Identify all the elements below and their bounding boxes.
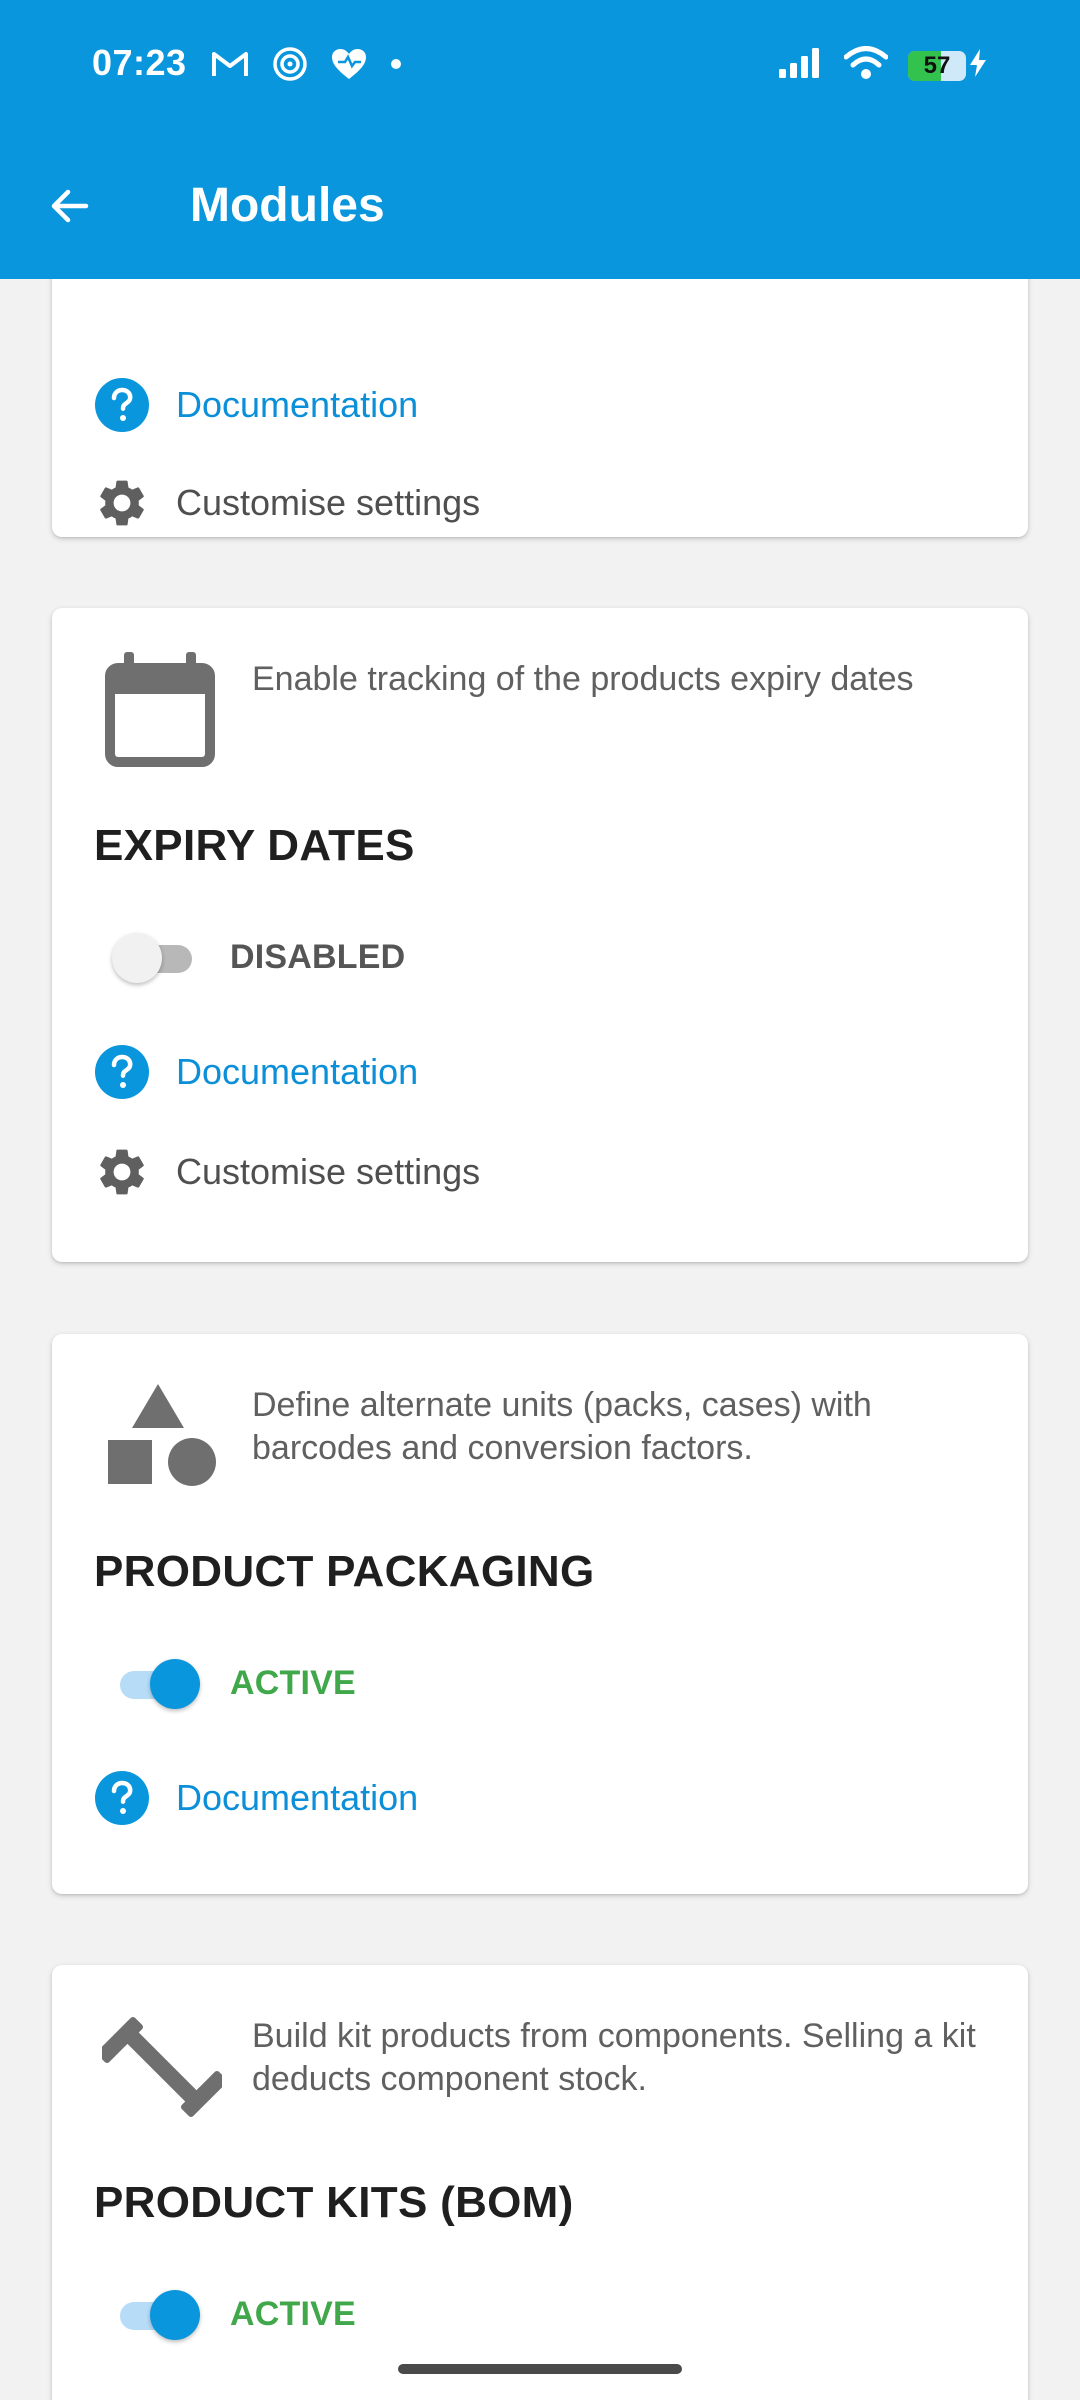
switch-thumb [150, 1659, 200, 1709]
module-status: ACTIVE [230, 1663, 356, 1702]
sync-icon [272, 46, 308, 82]
documentation-link[interactable]: Documentation [94, 377, 418, 433]
charging-icon [968, 48, 988, 83]
module-card-product-packaging: Define alternate units (packs, cases) wi… [52, 1334, 1028, 1894]
battery-group: 57 [908, 48, 988, 83]
module-card-previous: Documentation Customise settings [52, 279, 1028, 537]
module-status: DISABLED [230, 937, 406, 976]
modules-list[interactable]: Documentation Customise settings Enable … [0, 279, 1080, 2400]
module-toggle[interactable] [112, 2287, 200, 2341]
documentation-label: Documentation [176, 1777, 419, 1818]
customise-settings-link[interactable]: Customise settings [94, 475, 480, 531]
back-button[interactable] [30, 166, 110, 246]
module-status: ACTIVE [230, 2294, 356, 2333]
header: 07:23 57 Modules [0, 0, 1080, 279]
battery-icon: 57 [908, 50, 966, 81]
module-title: PRODUCT PACKAGING [94, 1547, 595, 1596]
gear-icon [100, 1149, 144, 1195]
arrow-left-icon [51, 189, 89, 223]
module-description: Build kit products from components. Sell… [252, 2017, 976, 2098]
help-icon [95, 378, 149, 432]
documentation-label: Documentation [176, 1051, 419, 1092]
signal-icon [778, 47, 824, 84]
documentation-link[interactable]: Documentation [94, 1770, 418, 1826]
module-title: PRODUCT KITS (BOM) [94, 2178, 574, 2227]
shapes-icon [108, 1384, 216, 1486]
module-toggle-row: ACTIVE [112, 2287, 356, 2341]
module-toggle-row: DISABLED [112, 930, 405, 984]
customise-settings-label: Customise settings [176, 1151, 481, 1192]
status-bar: 07:23 57 [0, 0, 1080, 130]
documentation-label: Documentation [176, 384, 419, 425]
gmail-icon [210, 48, 250, 80]
wifi-icon [843, 46, 889, 85]
tools-icon [102, 2016, 222, 2118]
customise-settings-label: Customise settings [176, 482, 481, 523]
health-icon [330, 47, 368, 81]
gesture-navigation-bar[interactable] [398, 2364, 682, 2374]
dot-icon [390, 58, 402, 70]
help-icon [95, 1771, 149, 1825]
module-title: EXPIRY DATES [94, 821, 415, 870]
page-title: Modules [190, 179, 385, 232]
help-icon [95, 1045, 149, 1099]
module-toggle-row: ACTIVE [112, 1656, 356, 1710]
module-toggle[interactable] [112, 930, 196, 984]
module-description: Enable tracking of the products expiry d… [252, 660, 914, 698]
customise-settings-link[interactable]: Customise settings [94, 1144, 480, 1200]
documentation-link[interactable]: Documentation [94, 1044, 418, 1100]
notification-icons [210, 46, 402, 82]
module-toggle[interactable] [112, 1656, 200, 1710]
module-card-product-kits: Build kit products from components. Sell… [52, 1965, 1028, 2400]
switch-thumb [112, 933, 162, 983]
system-icons: 57 [778, 46, 988, 85]
status-time: 07:23 [92, 42, 187, 83]
module-card-expiry-dates: Enable tracking of the products expiry d… [52, 608, 1028, 1262]
calendar-icon [105, 652, 215, 767]
gear-icon [100, 480, 144, 526]
switch-thumb [150, 2290, 200, 2340]
module-description: Define alternate units (packs, cases) wi… [252, 1386, 872, 1467]
battery-percent: 57 [923, 51, 951, 79]
app-bar: Modules [0, 130, 1080, 279]
